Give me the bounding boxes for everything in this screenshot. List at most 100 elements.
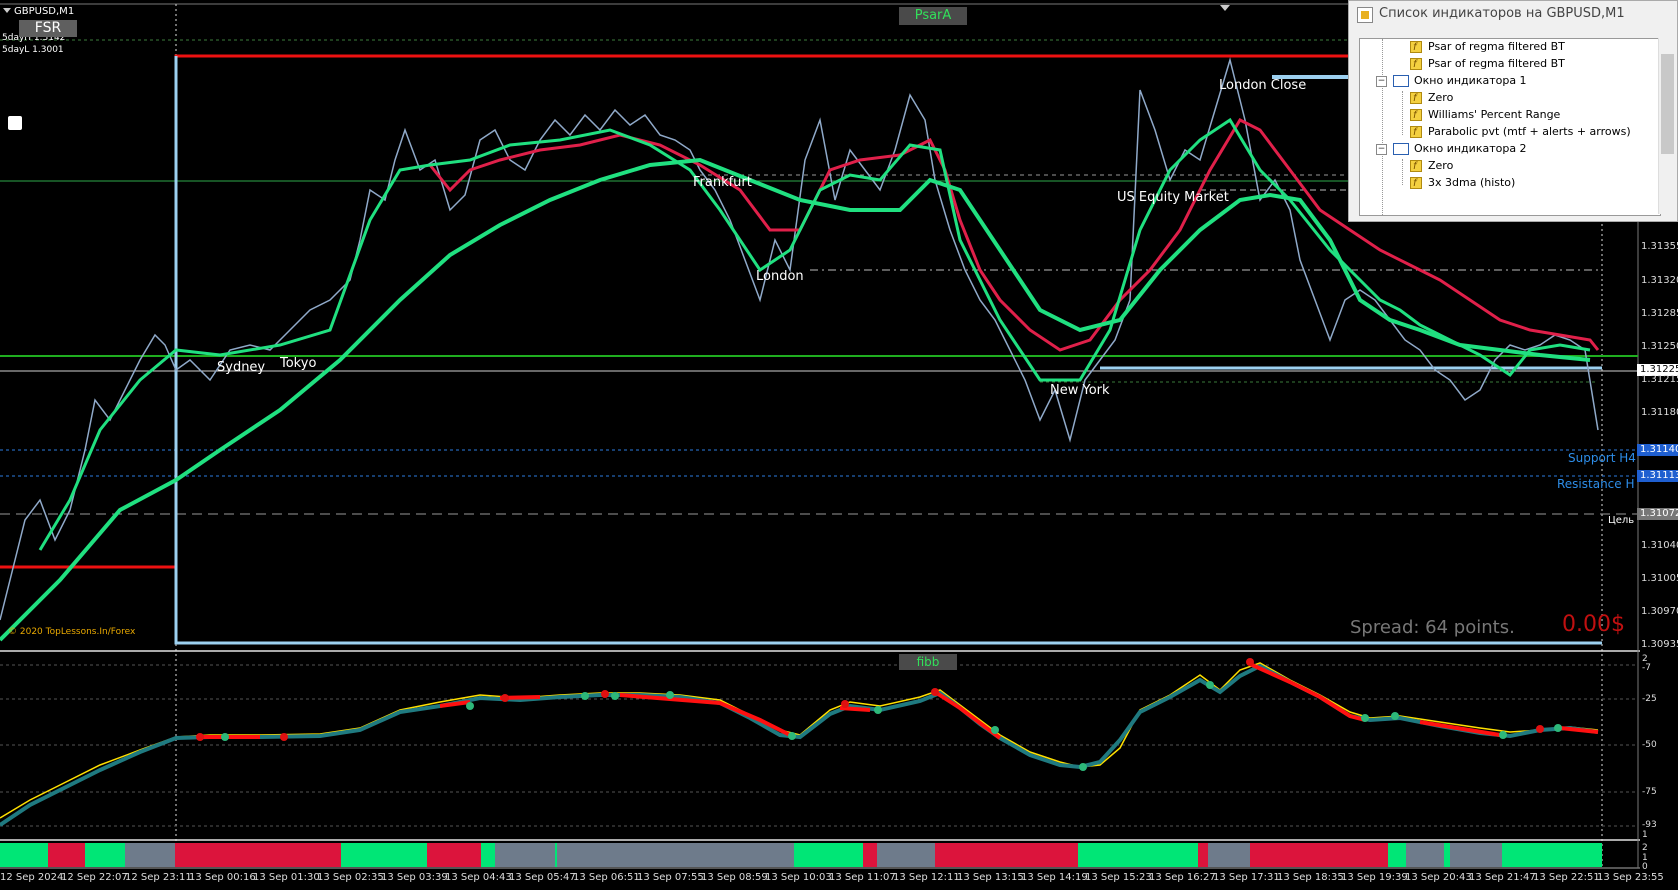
tree-item-parabolic[interactable]: Parabolic pvt (mtf + alerts + arrows) <box>1410 123 1631 142</box>
time-tick-2: 12 Sep 22:07 <box>61 872 128 883</box>
indicators-tree[interactable]: Psar of regma filtered BT Psar of regma … <box>1359 38 1661 216</box>
price-tick-1: 1.31355 <box>1641 241 1678 252</box>
session-london: London <box>756 269 804 284</box>
session-new-york: New York <box>1050 383 1110 398</box>
ind-tick-5: -75 <box>1642 787 1657 797</box>
session-london-close: London Close <box>1219 78 1307 93</box>
wpr-dot-22 <box>1554 724 1562 732</box>
wpr-dot-15 <box>1079 763 1087 771</box>
session-tokyo: Tokyo <box>280 356 317 371</box>
time-tick-16: 13 Sep 13:15 <box>957 872 1024 883</box>
time-tick-25: 13 Sep 22:51 <box>1533 872 1600 883</box>
tree-line-root <box>1382 39 1383 215</box>
tree-item-3dma[interactable]: 3x 3dma (histo) <box>1410 174 1515 193</box>
histo-tick-3: 0 <box>1642 862 1648 872</box>
indicators-window[interactable]: Список индикаторов на GBPUSD,M1 Psar of … <box>1348 0 1678 222</box>
histo-seg-14 <box>877 843 935 867</box>
tree-item-psar-2[interactable]: Psar of regma filtered BT <box>1410 55 1565 74</box>
histo-seg-16 <box>1078 843 1198 867</box>
window-icon <box>1393 143 1409 155</box>
wpr-red-segment-2 <box>439 700 471 708</box>
tree-line-window2 <box>1402 159 1403 185</box>
wpr-red-segment-4 <box>619 693 791 737</box>
scrollbar-thumb[interactable] <box>1661 54 1674 154</box>
wpr-dot-8 <box>611 692 619 700</box>
wpr-red-segment-5 <box>839 706 871 712</box>
time-tick-11: 13 Sep 07:55 <box>637 872 704 883</box>
tree-item-psar-1[interactable]: Psar of regma filtered BT <box>1410 39 1565 57</box>
time-tick-7: 13 Sep 03:39 <box>381 872 448 883</box>
tree-item-label: Williams' Percent Range <box>1428 108 1561 121</box>
tree-line-window1 <box>1402 91 1403 135</box>
histo-seg-2 <box>48 843 85 867</box>
wpr-dot-9 <box>666 691 674 699</box>
wpr-dot-16 <box>1206 681 1214 689</box>
wpr-dot-1 <box>196 733 204 741</box>
price-support-box: 1.31140 <box>1637 444 1678 456</box>
histo-seg-20 <box>1388 843 1406 867</box>
histo-seg-23 <box>1450 843 1502 867</box>
histo-tick-1: 2 <box>1642 843 1648 853</box>
window-icon <box>1393 75 1409 87</box>
collapse-icon[interactable]: − <box>1376 143 1387 155</box>
histo-seg-6 <box>341 843 427 867</box>
histo-seg-8 <box>481 843 495 867</box>
copyright-text: © 2020 TopLessons.In/Forex <box>8 627 136 637</box>
target-label: Цель <box>1608 515 1635 526</box>
ind-tick-4: -50 <box>1642 740 1657 750</box>
tree-item-williams[interactable]: Williams' Percent Range <box>1410 106 1561 125</box>
tree-item-label: Окно индикатора 1 <box>1414 74 1527 87</box>
tree-item-zero-1[interactable]: Zero <box>1410 89 1454 108</box>
wpr-dot-14 <box>991 726 999 734</box>
ind-tick-6: -93 <box>1642 820 1657 830</box>
tree-item-window-1[interactable]: − Окно индикатора 1 <box>1376 72 1527 90</box>
histo-seg-3 <box>85 843 125 867</box>
wpr-yellow-line <box>0 662 1599 819</box>
tree-item-window-2[interactable]: − Окно индикатора 2 <box>1376 140 1527 158</box>
histo-seg-24 <box>1502 843 1602 867</box>
wpr-dot-17 <box>1246 658 1254 666</box>
spread-text: Spread: 64 points. <box>1350 617 1515 638</box>
indicators-scrollbar[interactable] <box>1658 38 1677 214</box>
wpr-dot-20 <box>1499 731 1507 739</box>
tree-item-label: Zero <box>1428 91 1454 104</box>
psara-button[interactable]: PsarA <box>899 7 967 25</box>
histo-seg-5 <box>175 843 341 867</box>
tree-item-label: Psar of regma filtered BT <box>1428 57 1565 70</box>
time-tick-23: 13 Sep 20:43 <box>1405 872 1472 883</box>
symbol-label: GBPUSD,M1 <box>14 6 75 17</box>
time-tick-4: 13 Sep 00:16 <box>189 872 256 883</box>
indicator-f-icon <box>1410 107 1422 125</box>
price-tick-9: 1.30970 <box>1641 606 1678 617</box>
histo-seg-15 <box>935 843 1078 867</box>
time-tick-3: 12 Sep 23:11 <box>125 872 192 883</box>
indicators-window-title[interactable]: Список индикаторов на GBPUSD,M1 <box>1349 1 1677 27</box>
ind-tick-2: -7 <box>1642 663 1651 673</box>
fibb-button[interactable]: fibb <box>899 654 957 670</box>
price-tick-7: 1.31040 <box>1641 540 1678 551</box>
time-tick-12: 13 Sep 08:59 <box>701 872 768 883</box>
histo-seg-17 <box>1198 843 1208 867</box>
tree-item-zero-2[interactable]: Zero <box>1410 157 1454 176</box>
ind-tick-7: 1 <box>1642 830 1648 840</box>
histo-seg-12 <box>794 843 863 867</box>
indicator-f-icon <box>1410 124 1422 142</box>
tree-item-label: Zero <box>1428 159 1454 172</box>
histo-seg-4 <box>125 843 175 867</box>
time-tick-6: 13 Sep 02:35 <box>317 872 384 883</box>
indicators-window-title-text: Список индикаторов на GBPUSD,M1 <box>1379 6 1625 21</box>
wpr-dot-6 <box>581 692 589 700</box>
indicator-f-icon <box>1410 90 1422 108</box>
wpr-dot-18 <box>1361 714 1369 722</box>
wpr-dot-10 <box>788 732 796 740</box>
chart-menu-arrow-icon <box>3 8 11 13</box>
time-tick-20: 13 Sep 17:31 <box>1213 872 1280 883</box>
price-tick-5: 1.31215 <box>1641 374 1678 385</box>
collapse-icon[interactable]: − <box>1376 75 1387 87</box>
session-frankfurt: Frankfurt <box>693 175 752 190</box>
time-tick-5: 13 Sep 01:30 <box>253 872 320 883</box>
fsr-button[interactable]: FSR <box>19 20 77 37</box>
toggle-checkbox[interactable] <box>8 116 22 130</box>
wpr-dot-12 <box>874 706 882 714</box>
support-h4-label: Support H4 <box>1568 451 1636 465</box>
